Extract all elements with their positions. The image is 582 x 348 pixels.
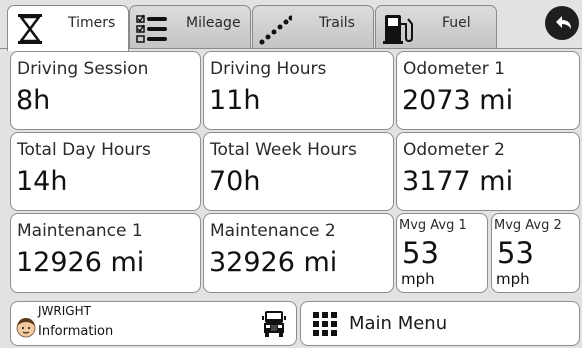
card-label: Total Week Hours bbox=[210, 140, 357, 160]
tab-label: Trails bbox=[319, 15, 355, 31]
tab-label: Mileage bbox=[186, 15, 241, 31]
grid-menu-icon bbox=[313, 312, 337, 336]
driver-dashboard: Timers Mileage Trails Fuel Driving Sessi… bbox=[0, 0, 582, 348]
card-mvg-avg-2[interactable]: Mvg Avg 2 53 mph bbox=[491, 213, 580, 293]
card-label: Odometer 1 bbox=[403, 59, 505, 79]
card-value: 53 bbox=[402, 236, 439, 270]
card-driving-session[interactable]: Driving Session 8h bbox=[10, 51, 201, 130]
card-unit: mph bbox=[496, 270, 530, 288]
tab-mileage[interactable]: Mileage bbox=[129, 5, 251, 49]
trail-dots-icon bbox=[259, 15, 292, 45]
card-mvg-avg-1[interactable]: Mvg Avg 1 53 mph bbox=[396, 213, 488, 293]
card-odometer-2[interactable]: Odometer 2 3177 mi bbox=[396, 132, 580, 211]
truck-icon bbox=[262, 311, 286, 337]
card-label: Maintenance 1 bbox=[17, 221, 143, 241]
card-value: 14h bbox=[16, 166, 68, 197]
card-value: 53 bbox=[497, 236, 534, 270]
card-value: 3177 mi bbox=[402, 166, 514, 197]
main-menu-label: Main Menu bbox=[349, 313, 448, 334]
fuel-pump-icon bbox=[383, 15, 413, 44]
user-subtitle: Information bbox=[38, 324, 114, 339]
card-value: 2073 mi bbox=[402, 85, 514, 116]
checklist-icon bbox=[136, 14, 167, 43]
card-total-week-hours[interactable]: Total Week Hours 70h bbox=[203, 132, 394, 211]
tab-label: Timers bbox=[68, 15, 116, 31]
card-label: Mvg Avg 1 bbox=[399, 218, 467, 233]
card-value: 8h bbox=[16, 85, 51, 116]
card-label: Total Day Hours bbox=[17, 140, 151, 160]
card-driving-hours[interactable]: Driving Hours 11h bbox=[203, 51, 394, 130]
card-label: Mvg Avg 2 bbox=[494, 218, 562, 233]
card-maintenance-1[interactable]: Maintenance 1 12926 mi bbox=[10, 213, 201, 293]
card-value: 11h bbox=[209, 85, 261, 116]
hourglass-icon bbox=[18, 14, 42, 44]
tab-fuel[interactable]: Fuel bbox=[375, 5, 497, 49]
card-label: Driving Session bbox=[17, 59, 149, 79]
card-label: Maintenance 2 bbox=[210, 221, 336, 241]
card-value: 32926 mi bbox=[209, 247, 338, 278]
user-information-button[interactable]: JWRIGHT Information bbox=[10, 301, 297, 346]
back-button[interactable] bbox=[545, 6, 579, 40]
tab-timers[interactable]: Timers bbox=[7, 5, 129, 51]
card-unit: mph bbox=[401, 270, 435, 288]
back-arrow-icon bbox=[556, 16, 571, 29]
card-odometer-1[interactable]: Odometer 1 2073 mi bbox=[396, 51, 580, 130]
user-name: JWRIGHT bbox=[38, 304, 91, 318]
card-label: Driving Hours bbox=[210, 59, 327, 79]
card-maintenance-2[interactable]: Maintenance 2 32926 mi bbox=[203, 213, 394, 293]
tab-label: Fuel bbox=[442, 15, 471, 31]
card-value: 12926 mi bbox=[16, 247, 145, 278]
main-menu-button[interactable]: Main Menu bbox=[300, 301, 580, 346]
driver-avatar-icon bbox=[16, 318, 36, 338]
card-value: 70h bbox=[209, 166, 261, 197]
card-label: Odometer 2 bbox=[403, 140, 505, 160]
card-total-day-hours[interactable]: Total Day Hours 14h bbox=[10, 132, 201, 211]
tab-trails[interactable]: Trails bbox=[252, 5, 374, 49]
